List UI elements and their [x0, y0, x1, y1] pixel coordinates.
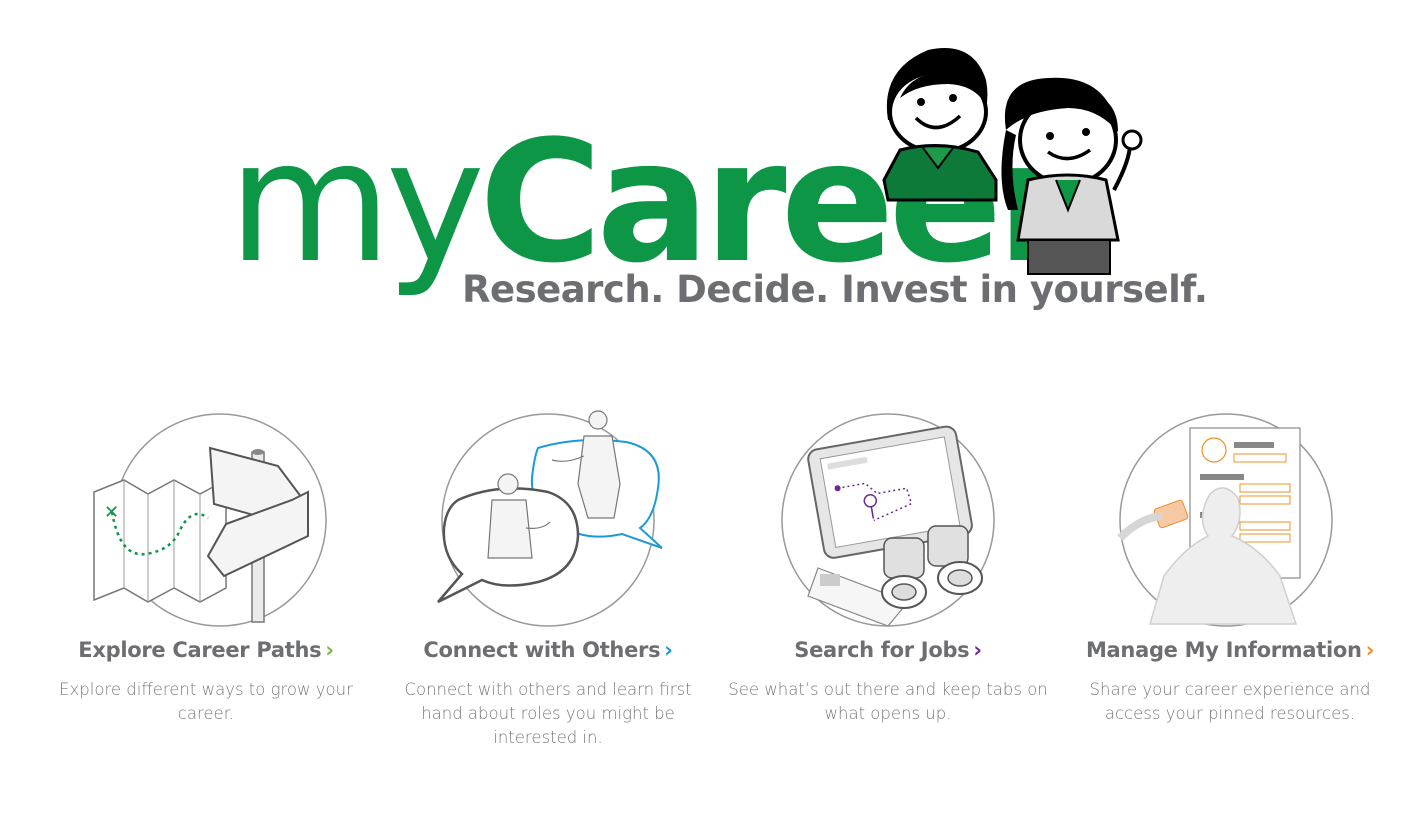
profile-document-icon: [1117, 413, 1333, 627]
tile-explore-career-paths[interactable]: ✕ Explore Career Paths › Explore differen…: [36, 400, 376, 780]
tile-search-for-jobs[interactable]: Search for Jobs › See what’s out there an…: [718, 400, 1058, 780]
chevron-right-icon[interactable]: ›: [664, 638, 673, 662]
svg-text:✕: ✕: [104, 502, 119, 523]
tile-description: Explore different ways to grow your care…: [59, 680, 353, 723]
binoculars: [881, 525, 983, 609]
tile-title[interactable]: Explore Career Paths ›: [36, 638, 376, 662]
logo-my: my: [228, 104, 485, 300]
hero-banner: myCareer Research. Decide. Invest in you…: [0, 0, 1428, 340]
feature-tiles: ✕ Explore Career Paths › Explore differen…: [0, 400, 1428, 780]
tile-description: Connect with others and learn first hand…: [404, 680, 692, 747]
tile-title[interactable]: Connect with Others ›: [378, 638, 718, 662]
mascot-characters-icon: [882, 48, 1143, 275]
chevron-right-icon[interactable]: ›: [1366, 638, 1375, 662]
tile-title-text[interactable]: Explore Career Paths: [78, 638, 321, 662]
conversation-bubbles-icon: [437, 410, 663, 627]
tile-connect-with-others[interactable]: Connect with Others › Connect with others…: [378, 400, 718, 780]
tile-manage-my-information[interactable]: Manage My Information › Share your career…: [1060, 400, 1400, 780]
tile-title[interactable]: Search for Jobs ›: [718, 638, 1058, 662]
tile-description: See what’s out there and keep tabs on wh…: [728, 680, 1048, 723]
girl-character: [1001, 77, 1143, 275]
chevron-right-icon[interactable]: ›: [325, 638, 334, 662]
tile-title[interactable]: Manage My Information ›: [1060, 638, 1400, 662]
tile-description: Share your career experience and access …: [1089, 680, 1371, 723]
tablet-binoculars-icon: [781, 413, 995, 627]
tile-title-text[interactable]: Manage My Information: [1086, 638, 1362, 662]
tagline: Research. Decide. Invest in yourself.: [462, 268, 1208, 311]
chevron-right-icon[interactable]: ›: [973, 638, 982, 662]
boy-character: [882, 48, 998, 202]
tile-title-text[interactable]: Connect with Others: [423, 638, 660, 662]
tile-title-text[interactable]: Search for Jobs: [794, 638, 969, 662]
map-signpost-icon: ✕: [93, 413, 327, 627]
